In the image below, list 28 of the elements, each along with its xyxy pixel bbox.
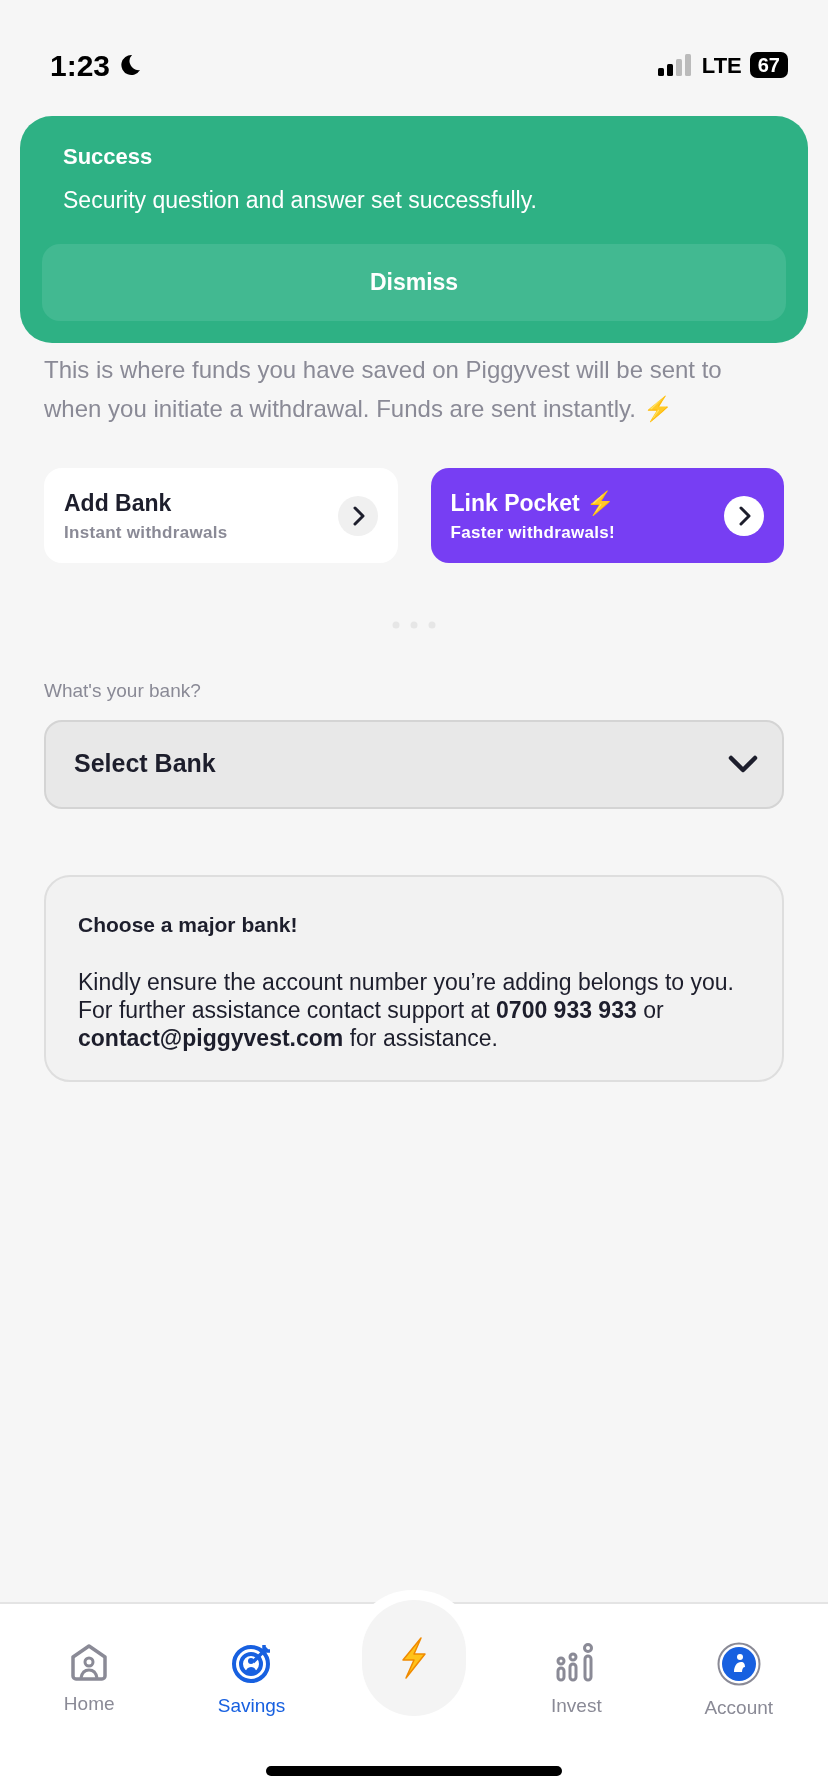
battery-indicator: 67 — [749, 52, 788, 78]
nav-tab[interactable]: Home — [19, 1604, 160, 1792]
link-pocket-card[interactable]: Link Pocket ⚡ Faster withdrawals! — [430, 468, 784, 563]
chevron-right-icon — [724, 495, 764, 536]
info-text: Kindly ensure the account number you’re adding belongs to you. For further assistance contact support at 0700 933 933 or contact@piggyvest.com for assistance. — [78, 968, 735, 1052]
add-bank-card[interactable]: Add Bank Instant withdrawals — [44, 468, 398, 563]
select-placeholder: Select Bank — [74, 748, 216, 780]
option-title: Add Bank — [64, 488, 173, 518]
info-title: Choose a major bank! — [78, 911, 299, 938]
bank-select[interactable]: Select Bank — [44, 719, 784, 809]
target-icon — [230, 1642, 273, 1684]
option-title: Link Pocket ⚡ — [450, 488, 615, 518]
signal-icon — [657, 54, 694, 76]
option-subtitle: Instant withdrawals — [64, 522, 228, 544]
account-avatar-icon — [716, 1642, 761, 1686]
nav-tab[interactable]: Account — [668, 1604, 809, 1792]
clock-time: 1:23 — [50, 47, 111, 84]
description-text: This is where funds you have saved on Piggyvest will be sent to when you initiate a withdrawal. Funds are sent instantly. ⚡ — [44, 355, 723, 425]
toast-title: Success — [63, 143, 154, 171]
toast-message: Security question and answer set successfully. — [63, 186, 538, 215]
nav-tab[interactable]: Invest — [506, 1604, 647, 1792]
chevron-down-icon — [728, 755, 758, 773]
home-icon — [69, 1642, 110, 1682]
network-label: LTE — [701, 51, 742, 80]
nav-tab[interactable]: Savings — [181, 1604, 322, 1792]
field-label: What's your bank? — [44, 679, 202, 703]
moon-icon — [118, 53, 143, 77]
option-subtitle: Faster withdrawals! — [450, 522, 615, 544]
